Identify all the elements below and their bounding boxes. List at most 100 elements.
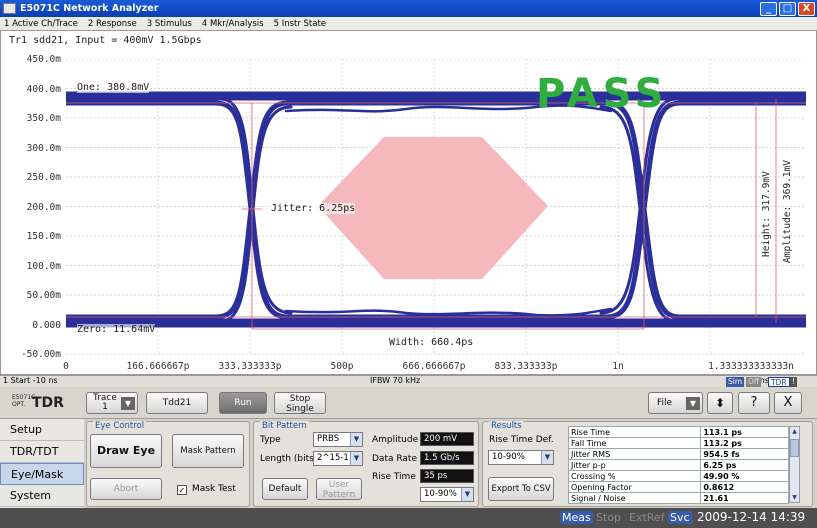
results-table: Rise Time 113.1 ps Fall Time 113.2 ps Jitt… (567, 426, 789, 504)
chevron-down-icon: ▼ (121, 397, 135, 410)
result-value: 21.61 (700, 492, 789, 504)
move-arrows-icon[interactable]: ⬍ (707, 392, 733, 414)
y-tick-label: 350.0m (26, 113, 61, 124)
scroll-up-icon[interactable]: ▲ (790, 427, 799, 436)
bottom-status-bar: Meas Stop ExtRef Svc 2009-12-14 14:39 (0, 508, 817, 528)
amplitude-input[interactable]: 200 mV (420, 432, 474, 446)
abort-button[interactable]: Abort (90, 478, 162, 500)
table-row: Jitter RMS 954.5 fs (567, 448, 789, 460)
menu-mkr-analysis[interactable]: 4 Mkr/Analysis (202, 19, 264, 29)
result-name: Fall Time (567, 437, 702, 449)
tdr-indicator: TDR (768, 377, 790, 387)
tdr-sidebar: Setup TDR/TDT Eye/Mask System (0, 419, 84, 508)
extref-indicator: ExtRef (629, 511, 665, 524)
mask-test-checkbox[interactable]: ✓ (177, 485, 187, 495)
result-name: Jitter RMS (567, 448, 702, 460)
eye-control-panel: Eye Control Draw Eye Mask Pattern Abort … (86, 421, 250, 507)
result-value: 113.1 ps (700, 426, 789, 438)
eye-diagram-plot[interactable]: Tr1 sdd21, Input = 400mV 1.5Gbps 450.0m … (0, 30, 817, 375)
result-name: Crossing % (567, 470, 702, 482)
height-label: Height: 317.9mV (761, 171, 772, 257)
results-scrollbar[interactable]: ▲ ▼ (789, 426, 800, 503)
y-tick-label: 300.0m (26, 143, 61, 154)
y-tick-label: 150.0m (26, 231, 61, 242)
y-tick-label: 0.000 (32, 320, 61, 331)
logo-opt: OPT. (12, 401, 26, 408)
app-icon (3, 3, 16, 14)
sidebar-item-system[interactable]: System (0, 485, 84, 507)
results-rise-def-select[interactable]: 10-90% ▼ (488, 450, 554, 465)
export-csv-button[interactable]: Export To CSV (488, 477, 554, 501)
meas-indicator: Meas (560, 511, 593, 524)
sidebar-item-tdr-tdt[interactable]: TDR/TDT (0, 441, 84, 463)
result-name: Jitter p-p (567, 459, 702, 471)
zero-level-label: Zero: 11.64mV (77, 324, 156, 335)
title-bar: E5071C Network Analyzer _ □ X (0, 0, 817, 17)
help-button[interactable]: ? (738, 392, 770, 414)
tdr-toolbar: E5071C OPT. TDR Trace 1 ▼ Tdd21 Run Stop … (0, 387, 817, 419)
data-rate-label: Data Rate (372, 454, 417, 464)
length-label: Length (bits) (260, 454, 318, 464)
mask-test-label: Mask Test (192, 484, 236, 494)
scroll-thumb[interactable] (790, 439, 799, 457)
menu-instr-state[interactable]: 5 Instr State (274, 19, 326, 29)
y-tick-label: 100.0m (26, 261, 61, 272)
close-window-button[interactable]: X (798, 1, 815, 16)
data-rate-input[interactable]: 1.5 Gb/s (420, 451, 474, 465)
run-button[interactable]: Run (219, 392, 267, 414)
sim-indicator: Sim (726, 377, 745, 387)
close-tdr-button[interactable]: X (774, 392, 802, 414)
result-name: Opening Factor (567, 481, 702, 493)
chevron-down-icon: ▼ (350, 433, 362, 446)
scroll-down-icon[interactable]: ▼ (790, 493, 799, 502)
result-value: 49.90 % (700, 470, 789, 482)
sidebar-item-eye-mask[interactable]: Eye/Mask (0, 463, 84, 485)
stop-single-button[interactable]: Stop Single (274, 392, 326, 414)
jitter-label: Jitter: 6.25ps (271, 203, 356, 214)
x-tick-label: 666.666667p (402, 361, 466, 372)
length-value: 2^15-1 (317, 453, 349, 463)
trace-header: Tr1 sdd21, Input = 400mV 1.5Gbps (9, 35, 202, 46)
x-tick-label: 0 (63, 361, 69, 372)
x-tick-label: 333.333333p (218, 361, 282, 372)
menu-active-ch-trace[interactable]: 1 Active Ch/Trace (4, 19, 78, 29)
type-select[interactable]: PRBS ▼ (313, 432, 363, 447)
eye-control-title: Eye Control (93, 421, 147, 431)
status-bar: 1 Start -10 ns IFBW 70 kHz Stop 10 ns Si… (0, 375, 817, 387)
table-row: Signal / Noise 21.61 (567, 492, 789, 504)
menu-stimulus[interactable]: 3 Stimulus (147, 19, 192, 29)
sidebar-item-setup[interactable]: Setup (0, 419, 84, 441)
rise-time-input[interactable]: 35 ps (420, 469, 474, 483)
file-menu-button[interactable]: File ▼ (648, 392, 703, 414)
tdd21-button[interactable]: Tdd21 (146, 392, 208, 414)
file-label: File (657, 398, 673, 408)
chevron-down-icon: ▼ (686, 397, 700, 410)
table-row: Crossing % 49.90 % (567, 470, 789, 482)
amplitude-label: Amplitude (372, 435, 419, 445)
default-button[interactable]: Default (262, 478, 308, 500)
x-tick-label: 833.333333p (494, 361, 558, 372)
user-pattern-button[interactable]: User Pattern (316, 478, 362, 500)
user-pattern-line2: Pattern (322, 490, 356, 500)
table-row: Fall Time 113.2 ps (567, 437, 789, 449)
off-indicator: Off (746, 377, 762, 387)
rise-def-select[interactable]: 10-90% ▼ (420, 487, 474, 502)
trace-select-button[interactable]: Trace 1 ▼ (86, 392, 138, 414)
minimize-button[interactable]: _ (760, 1, 777, 16)
draw-eye-button[interactable]: Draw Eye (90, 434, 162, 468)
window-title: E5071C Network Analyzer (20, 3, 159, 14)
type-label: Type (260, 435, 281, 445)
amplitude-label: Amplitude: 369.1mV (782, 160, 793, 263)
restore-button[interactable]: □ (779, 1, 796, 16)
stop-single-line2: Single (286, 404, 314, 414)
y-tick-label: 400.0m (26, 84, 61, 95)
stop-single-line1: Stop (289, 394, 311, 404)
eye-trace-canvas (66, 59, 806, 355)
bit-pattern-title: Bit Pattern (260, 421, 309, 431)
chevron-down-icon: ▼ (350, 452, 362, 465)
mask-pattern-button[interactable]: Mask Pattern (172, 434, 244, 468)
length-select[interactable]: 2^15-1 ▼ (313, 451, 363, 466)
menu-response[interactable]: 2 Response (88, 19, 137, 29)
table-row: Rise Time 113.1 ps (567, 426, 789, 438)
svc-indicator: Svc (668, 511, 692, 524)
